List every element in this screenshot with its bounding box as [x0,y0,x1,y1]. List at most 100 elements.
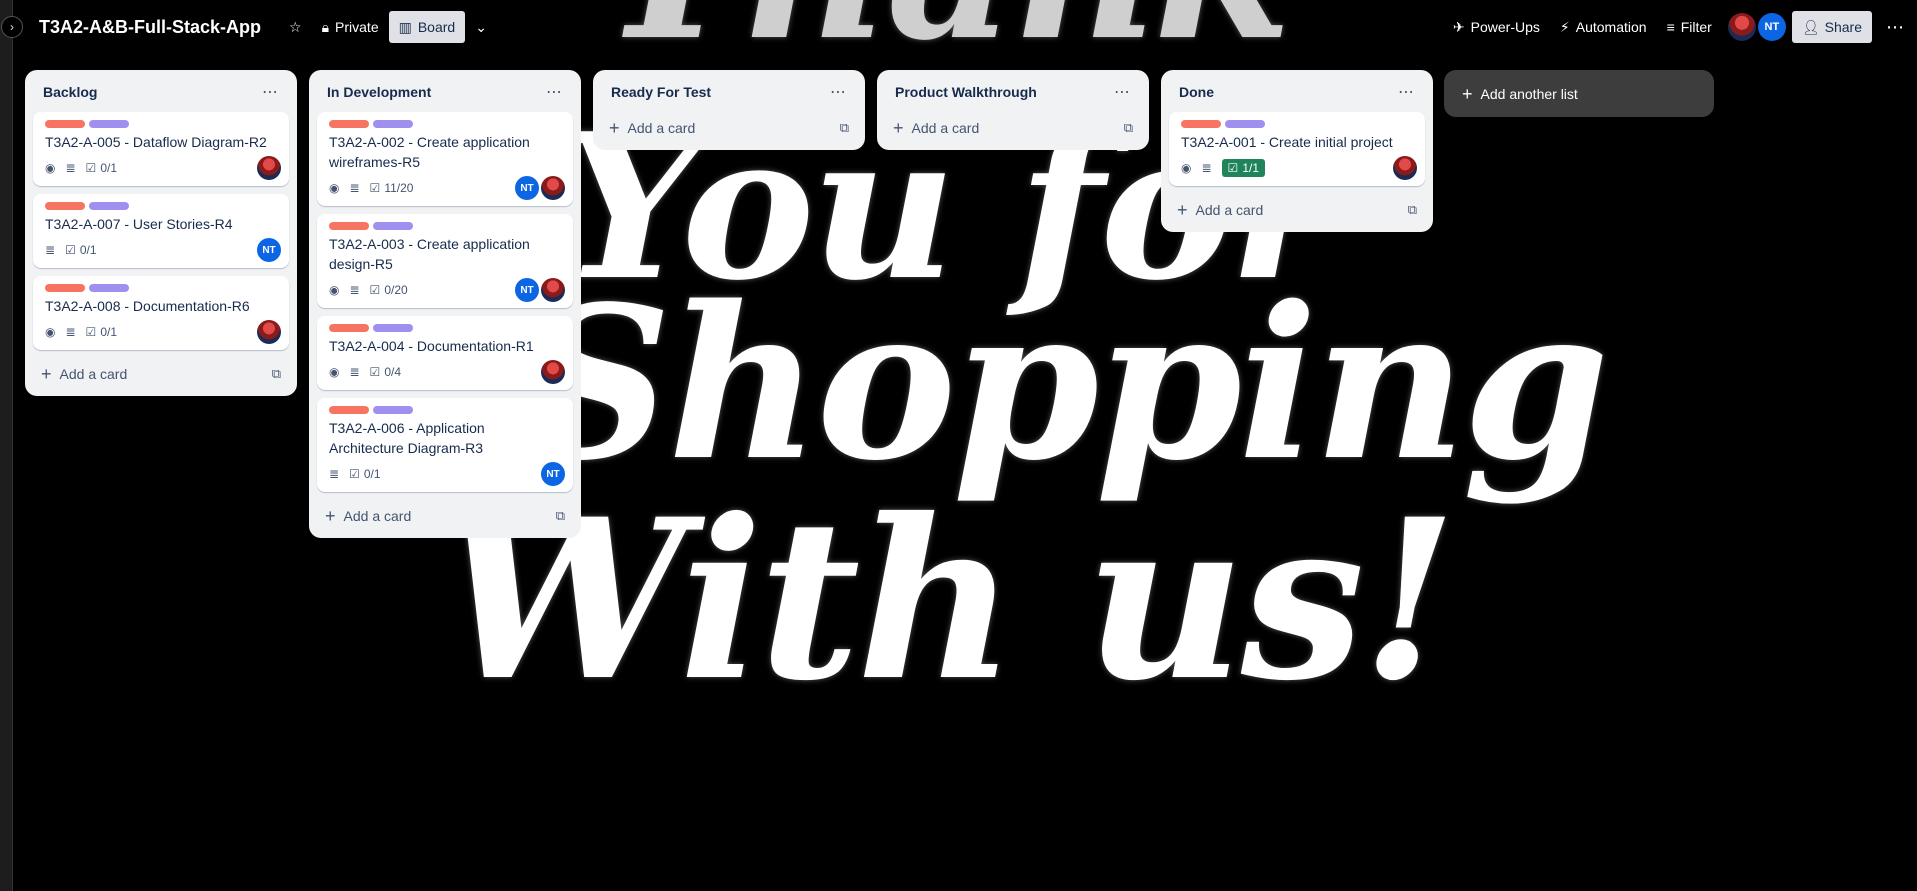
card-label[interactable] [373,120,413,128]
card-label[interactable] [373,222,413,230]
plus-icon: + [1462,83,1473,104]
member-avatar[interactable] [1393,156,1417,180]
more-options-button[interactable]: ⋯ [1886,17,1905,38]
checkbox-icon: ☑ [369,181,381,195]
add-card-button[interactable]: + Add a card ⧉ [317,500,573,532]
automation-button[interactable]: ⚡︎ Automation [1550,11,1657,43]
add-card-button[interactable]: + Add a card ⧉ [601,112,857,144]
member-avatar[interactable] [541,176,565,200]
card[interactable]: T3A2-A-006 - Application Architecture Di… [317,398,573,492]
list-title[interactable]: Ready For Test [611,84,711,100]
member-avatar[interactable]: NT [515,176,539,200]
more-icon: ⋯ [830,84,847,101]
card[interactable]: T3A2-A-005 - Dataflow Diagram-R2 ◉ ≣ ☑ 0/… [33,112,289,186]
card-label[interactable] [89,202,129,210]
list-menu-button[interactable]: ⋯ [546,82,563,102]
board-members: NT [1727,13,1786,41]
card-label[interactable] [329,406,369,414]
star-button[interactable]: ☆ [279,11,312,43]
checkbox-icon: ☑ [1227,161,1239,175]
card-label[interactable] [373,406,413,414]
card-label[interactable] [373,324,413,332]
card[interactable]: T3A2-A-001 - Create initial project ◉ ≣ … [1169,112,1425,186]
checkbox-icon: ☑ [85,161,97,175]
card[interactable]: T3A2-A-008 - Documentation-R6 ◉ ≣ ☑ 0/1 [33,276,289,350]
view-switcher-button[interactable]: ⌄ [465,11,497,43]
filter-icon: ≡ [1666,19,1675,35]
chevron-down-icon: ⌄ [475,19,487,35]
member-avatar[interactable]: NT [1757,13,1786,41]
card[interactable]: T3A2-A-002 - Create application wirefram… [317,112,573,206]
card-label[interactable] [89,284,129,292]
add-card-label: Add a card [911,120,980,136]
list-title[interactable]: Done [1179,84,1214,100]
plus-icon: + [893,118,904,138]
list-title[interactable]: Product Walkthrough [895,84,1037,100]
star-icon: ☆ [289,19,302,35]
checklist-badge: ☑ 0/1 [349,467,380,481]
plus-icon: + [41,364,52,384]
card-label[interactable] [45,202,85,210]
share-button[interactable]: 👤︎ Share [1791,11,1872,43]
left-sidebar-rail [0,0,13,891]
create-from-template-icon[interactable]: ⧉ [272,366,281,382]
member-avatar[interactable] [1727,13,1756,41]
list-menu-button[interactable]: ⋯ [262,82,279,102]
card-label[interactable] [45,284,85,292]
checklist-badge: ☑ 0/1 [86,161,117,175]
list-menu-button[interactable]: ⋯ [1398,82,1415,102]
card-label[interactable] [1181,120,1221,128]
card-label[interactable] [89,120,129,128]
plus-icon: + [1177,200,1188,220]
member-avatar[interactable] [541,360,565,384]
add-card-button[interactable]: + Add a card ⧉ [885,112,1141,144]
add-another-list-button[interactable]: + Add another list [1444,70,1714,117]
card-label[interactable] [329,324,369,332]
card[interactable]: T3A2-A-004 - Documentation-R1 ◉ ≣ ☑ 0/4 [317,316,573,390]
add-card-label: Add a card [59,366,128,382]
card-label[interactable] [329,120,369,128]
more-icon: ⋯ [262,84,279,101]
description-icon: ≣ [65,161,76,175]
checklist-count: 0/20 [384,283,408,297]
filter-button[interactable]: ≡ Filter [1657,11,1722,43]
power-ups-button[interactable]: ✈︎ Power-Ups [1443,11,1550,43]
list-title[interactable]: Backlog [43,84,97,100]
list-title[interactable]: In Development [327,84,431,100]
create-from-template-icon[interactable]: ⧉ [556,508,565,524]
add-list-label: Add another list [1480,85,1578,102]
member-avatar[interactable] [257,320,281,344]
filter-label: Filter [1680,19,1712,35]
board-title[interactable]: T3A2-A&B-Full-Stack-App [39,17,261,38]
member-avatar[interactable]: NT [515,278,539,302]
description-icon: ≣ [349,283,360,297]
card[interactable]: T3A2-A-007 - User Stories-R4 ≣ ☑ 0/1 NT [33,194,289,268]
card-label[interactable] [45,120,85,128]
power-ups-label: Power-Ups [1470,19,1540,35]
card-label[interactable] [329,222,369,230]
checklist-badge: ☑ 0/20 [370,283,408,297]
member-avatar[interactable] [541,278,565,302]
create-from-template-icon[interactable]: ⧉ [840,120,849,136]
card-title: T3A2-A-001 - Create initial project [1181,134,1393,150]
description-icon: ≣ [65,325,76,339]
create-from-template-icon[interactable]: ⧉ [1408,202,1417,218]
board-view-button[interactable]: ▥ Board [388,11,466,43]
member-avatar[interactable] [257,156,281,180]
visibility-button[interactable]: 🔒︎ Private [312,11,389,43]
card[interactable]: T3A2-A-003 - Create application design-R… [317,214,573,308]
add-card-button[interactable]: + Add a card ⧉ [33,358,289,390]
member-avatar[interactable]: NT [257,238,281,262]
add-card-button[interactable]: + Add a card ⧉ [1169,194,1425,226]
create-from-template-icon[interactable]: ⧉ [1124,120,1133,136]
list-menu-button[interactable]: ⋯ [1114,82,1131,102]
member-avatar[interactable]: NT [541,462,565,486]
checkbox-icon: ☑ [369,283,381,297]
checklist-count: 0/1 [100,325,117,339]
card-label[interactable] [1225,120,1265,128]
checklist-count: 0/1 [79,243,97,257]
list-done: Done ⋯ T3A2-A-001 - Create initial proje… [1161,70,1433,232]
list-menu-button[interactable]: ⋯ [830,82,847,102]
checklist-badge: ☑ 0/4 [370,365,401,379]
automation-label: Automation [1575,19,1647,35]
